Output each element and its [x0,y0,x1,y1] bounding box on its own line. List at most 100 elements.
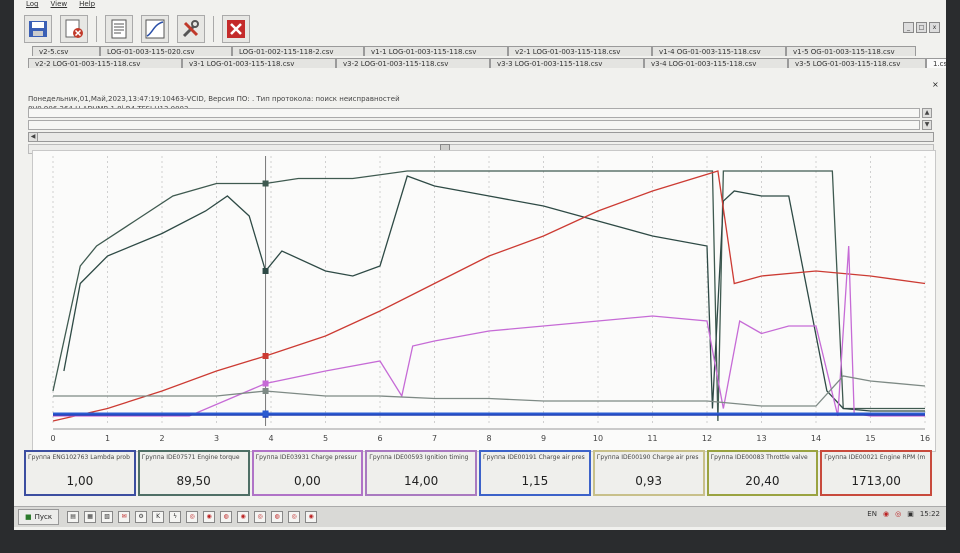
delete-button[interactable] [60,15,88,43]
app-icon[interactable]: ◎ [288,511,301,523]
menu-bar: Log View Help [26,0,95,12]
app-icon[interactable]: ◉ [203,511,216,523]
x-tick-label: 9 [541,434,546,443]
tab-file[interactable]: v3-1 LOG-01-003-115-118.csv [182,58,336,68]
x-tick-label: 15 [865,434,875,443]
tray-icon[interactable]: ▣ [907,510,914,518]
app-icon[interactable]: ▧ [101,511,114,523]
cursor-marker [262,268,269,274]
x-tick-label: 7 [432,434,437,443]
value-tile[interactable]: Группа IDE00083 Throttle valve 20,40 [706,450,819,496]
graph-button[interactable] [141,15,169,43]
app-icon[interactable]: ▦ [84,511,97,523]
x-tick-label: 14 [811,434,821,443]
tab-file[interactable]: v1-1 LOG-01-003-115-118.csv [364,46,508,56]
restore-button[interactable]: □ [916,22,927,33]
menu-view[interactable]: View [51,0,68,12]
clock: 15:22 [919,510,940,518]
x-tick-label: 1 [105,434,110,443]
menu-help[interactable]: Help [79,0,95,12]
app-icon[interactable]: ϟ [169,511,182,523]
app-icon[interactable]: K [152,511,165,523]
exit-button[interactable] [222,15,250,43]
tab-file[interactable]: v3-2 LOG-01-003-115-118.csv [336,58,490,68]
close-tab-button[interactable]: × [932,80,939,89]
tile-value: 1713,00 [851,474,901,488]
tile-title: Группа IDE07571 Engine torque [141,454,240,461]
tab-file[interactable]: v3-3 LOG-01-003-115-118.csv [490,58,644,68]
minimize-button[interactable]: _ [903,22,914,33]
log-chart[interactable]: 0 1 2 3 4 5 6 7 8 9 10 11 12 13 14 15 16 [32,150,936,452]
value-tile[interactable]: Группа ENG102763 Lambda prob 1,00 [24,450,136,496]
app-icon[interactable]: ◎ [186,511,199,523]
start-label: Пуск [34,513,53,521]
value-tile[interactable]: Группа IDE07571 Engine torque 89,50 [137,450,250,496]
tab-file[interactable]: v2-1 LOG-01-003-115-118.csv [508,46,652,56]
tab-file[interactable]: v1-4 OG-01-003-115-118.csv [652,46,786,56]
save-button[interactable] [24,15,52,43]
language-indicator[interactable]: EN [867,510,877,518]
cursor-marker [262,388,269,394]
app-icon[interactable]: ◎ [254,511,267,523]
cursor-marker [262,353,269,359]
app-icon[interactable]: ◍ [220,511,233,523]
tab-file[interactable]: v3-4 LOG-01-003-115-118.csv [644,58,788,68]
x-tick-label: 3 [214,434,219,443]
scroll-down-button[interactable]: ▼ [922,120,932,130]
exit-icon [227,20,245,38]
app-icon[interactable]: ◉ [237,511,250,523]
tab-file-active[interactable]: 1.csv [926,58,946,68]
series-line [63,175,925,412]
tab-file[interactable]: v2-5.csv [32,46,100,56]
scroll-up-button[interactable]: ▲ [922,108,932,118]
x-tick-label: 4 [268,434,273,443]
close-window-button[interactable]: x [929,22,940,33]
tab-row-2: v2-2 LOG-01-003-115-118.csv v3-1 LOG-01-… [28,58,946,68]
tile-value: 0,00 [294,474,321,488]
tile-title: Группа IDE00083 Throttle valve [710,454,808,461]
tile-value: 89,50 [176,474,211,488]
tab-file[interactable]: LOG-01-003-115-020.csv [100,46,232,56]
mail-icon[interactable]: ✉ [118,511,131,523]
app-icon[interactable]: ◍ [271,511,284,523]
tile-value: 1,00 [66,474,94,488]
value-tile[interactable]: Группа IDE03931 Charge pressur 0,00 [251,450,364,496]
graph-icon [145,19,165,39]
x-tick-label: 6 [377,434,382,443]
value-tile[interactable]: Группа IDE00021 Engine RPM (m 1713,00 [820,450,932,496]
tray-icon[interactable]: ◉ [883,510,889,518]
x-tick-label: 0 [50,434,55,443]
tile-value: 14,00 [403,474,439,488]
scroll-left-button[interactable]: ◀ [28,132,38,142]
tray-icon[interactable]: ◎ [895,510,901,518]
x-tick-label: 12 [702,434,712,443]
log-info-line1: Понедельник,01,Май,2023,13:47:19:10463-V… [28,95,400,103]
window-controls: _ □ x [903,22,940,33]
tab-file[interactable]: LOG-01-002-115-118-2.csv [232,46,364,56]
toolbar [24,12,250,46]
tile-title: Группа IDE00191 Charge air pres [483,454,585,461]
value-tile[interactable]: Группа IDE00190 Charge air pres 0,93 [592,450,705,496]
save-icon [29,21,47,37]
value-tiles: Группа ENG102763 Lambda prob 1,00 Группа … [24,450,934,496]
delete-icon [65,19,83,38]
notes-button[interactable] [105,15,133,43]
tab-file[interactable]: v1-5 OG-01-003-115-118.csv [786,46,916,56]
app-icon[interactable]: ⚙ [135,511,148,523]
value-tile[interactable]: Группа IDE00191 Charge air pres 1,15 [479,450,591,496]
horizontal-scrollbar[interactable] [28,132,934,142]
x-tick-label: 10 [593,434,603,443]
start-button[interactable]: ■ Пуск [18,509,60,525]
tab-file[interactable]: v3-5 LOG-01-003-115-118.csv [788,58,926,68]
menu-log[interactable]: Log [26,0,39,12]
app-icon[interactable]: ◉ [305,511,318,523]
x-tick-label: 2 [159,434,164,443]
tile-title: Группа IDE00593 Ignition timing [369,454,469,461]
tile-value: 20,40 [745,474,780,488]
progress-bar-2 [28,120,920,130]
settings-button[interactable] [177,15,205,43]
app-icon[interactable]: ▤ [67,511,80,523]
taskbar: ■ Пуск ▤ ▦ ▧ ✉ ⚙ K ϟ ◎ ◉ ◍ ◉ ◎ ◍ ◎ ◉ EN ◉… [14,506,946,527]
value-tile[interactable]: Группа IDE00593 Ignition timing 14,00 [365,450,477,496]
tab-file[interactable]: v2-2 LOG-01-003-115-118.csv [28,58,182,68]
